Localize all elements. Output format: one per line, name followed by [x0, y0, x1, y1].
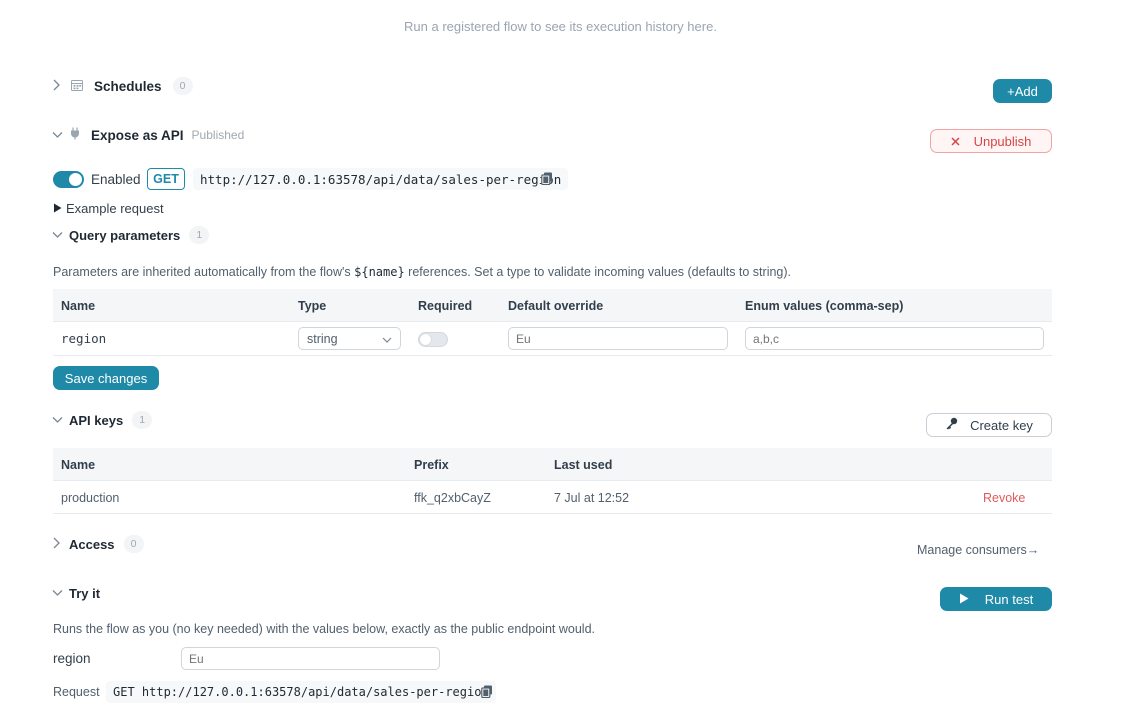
- copy-icon[interactable]: [541, 172, 553, 188]
- chevron-down-icon[interactable]: [52, 413, 64, 427]
- create-key-button[interactable]: Create key: [926, 413, 1052, 437]
- try-it-region-input[interactable]: [181, 647, 440, 670]
- endpoint-url: http://127.0.0.1:63578/api/data/sales-pe…: [193, 168, 569, 190]
- api-keys-header[interactable]: API keys 1: [52, 411, 153, 429]
- run-test-label: Run test: [984, 591, 1034, 607]
- chevron-down-icon[interactable]: [52, 228, 64, 242]
- param-type-select[interactable]: string: [298, 327, 401, 350]
- add-schedule-button[interactable]: +Add: [993, 79, 1052, 103]
- param-name: region: [61, 331, 107, 346]
- request-label: Request: [53, 685, 100, 699]
- calendar-icon: [71, 79, 83, 94]
- try-it-param-label: region: [53, 651, 91, 666]
- column-header-enum-values: Enum values (comma-sep): [745, 299, 904, 313]
- column-header-last-used: Last used: [554, 458, 613, 472]
- chevron-right-icon[interactable]: [52, 537, 64, 552]
- close-icon: [951, 134, 960, 149]
- key-icon: [945, 417, 958, 433]
- chevron-down-icon: [382, 332, 392, 346]
- enabled-label: Enabled: [91, 172, 141, 187]
- key-name: production: [61, 491, 120, 505]
- query-params-description: Parameters are inherited automatically f…: [53, 265, 791, 279]
- column-header-name: Name: [61, 299, 96, 313]
- access-title: Access: [69, 536, 115, 552]
- table-row: region string: [53, 322, 1052, 356]
- chevron-down-icon[interactable]: [52, 128, 64, 142]
- enabled-toggle[interactable]: [53, 171, 84, 188]
- expose-api-header[interactable]: Expose as API Published: [52, 127, 244, 143]
- try-it-header[interactable]: Try it: [52, 585, 100, 601]
- chevron-right-icon[interactable]: [52, 79, 64, 94]
- schedules-count-badge: 0: [172, 77, 193, 95]
- schedules-header[interactable]: Schedules 0: [52, 77, 193, 95]
- params-table-header: Name Type Required Default override Enum…: [53, 289, 1052, 322]
- default-override-input[interactable]: [508, 327, 728, 350]
- column-header-prefix: Prefix: [414, 458, 449, 472]
- example-request-label: Example request: [66, 201, 164, 216]
- example-request-toggle[interactable]: Example request: [53, 201, 164, 216]
- description-text-end: references. Set a type to validate incom…: [404, 265, 792, 279]
- copy-icon[interactable]: [481, 685, 493, 701]
- enum-values-input[interactable]: [745, 327, 1044, 350]
- create-key-label: Create key: [970, 417, 1033, 433]
- run-test-button[interactable]: Run test: [940, 587, 1052, 611]
- access-header[interactable]: Access 0: [52, 535, 144, 553]
- query-params-header[interactable]: Query parameters 1: [52, 226, 210, 244]
- manage-consumers-link[interactable]: Manage consumers→: [917, 543, 1039, 557]
- http-method-badge: GET: [147, 168, 185, 190]
- column-header-key-name: Name: [61, 458, 96, 472]
- column-header-default-override: Default override: [508, 299, 604, 313]
- runs-empty-hint: Run a registered flow to see its executi…: [404, 19, 717, 34]
- unpublish-label: Unpublish: [973, 133, 1032, 149]
- publish-status: Published: [191, 128, 245, 142]
- play-icon: [959, 592, 969, 607]
- schedules-title: Schedules: [94, 78, 162, 94]
- access-count-badge: 0: [123, 535, 144, 553]
- triangle-right-icon: [53, 201, 62, 216]
- query-params-count-badge: 1: [189, 226, 210, 244]
- description-text-start: Parameters are inherited automatically f…: [53, 265, 355, 279]
- api-keys-count-badge: 1: [132, 411, 153, 429]
- description-code: ${name}: [354, 265, 405, 279]
- revoke-key-link[interactable]: Revoke: [983, 491, 1025, 505]
- chevron-down-icon[interactable]: [52, 586, 64, 600]
- column-header-type: Type: [298, 299, 327, 313]
- unpublish-button[interactable]: Unpublish: [930, 129, 1052, 153]
- key-prefix: ffk_q2xbCayZ: [414, 491, 491, 505]
- column-header-required: Required: [418, 299, 473, 313]
- plug-icon: [70, 127, 80, 143]
- save-changes-button[interactable]: Save changes: [53, 366, 159, 390]
- try-it-title: Try it: [69, 585, 101, 601]
- api-keys-title: API keys: [69, 412, 124, 428]
- expose-api-title: Expose as API: [91, 127, 184, 143]
- try-it-description: Runs the flow as you (no key needed) wit…: [53, 622, 595, 636]
- request-preview: GET http://127.0.0.1:63578/api/data/sale…: [106, 681, 496, 703]
- param-required-toggle[interactable]: [418, 332, 448, 347]
- keys-table-header: Name Prefix Last used: [53, 448, 1052, 481]
- query-params-title: Query parameters: [69, 227, 181, 243]
- param-type-value: string: [307, 331, 338, 346]
- key-last-used: 7 Jul at 12:52: [554, 491, 630, 505]
- table-row: production ffk_q2xbCayZ 7 Jul at 12:52 R…: [53, 481, 1052, 514]
